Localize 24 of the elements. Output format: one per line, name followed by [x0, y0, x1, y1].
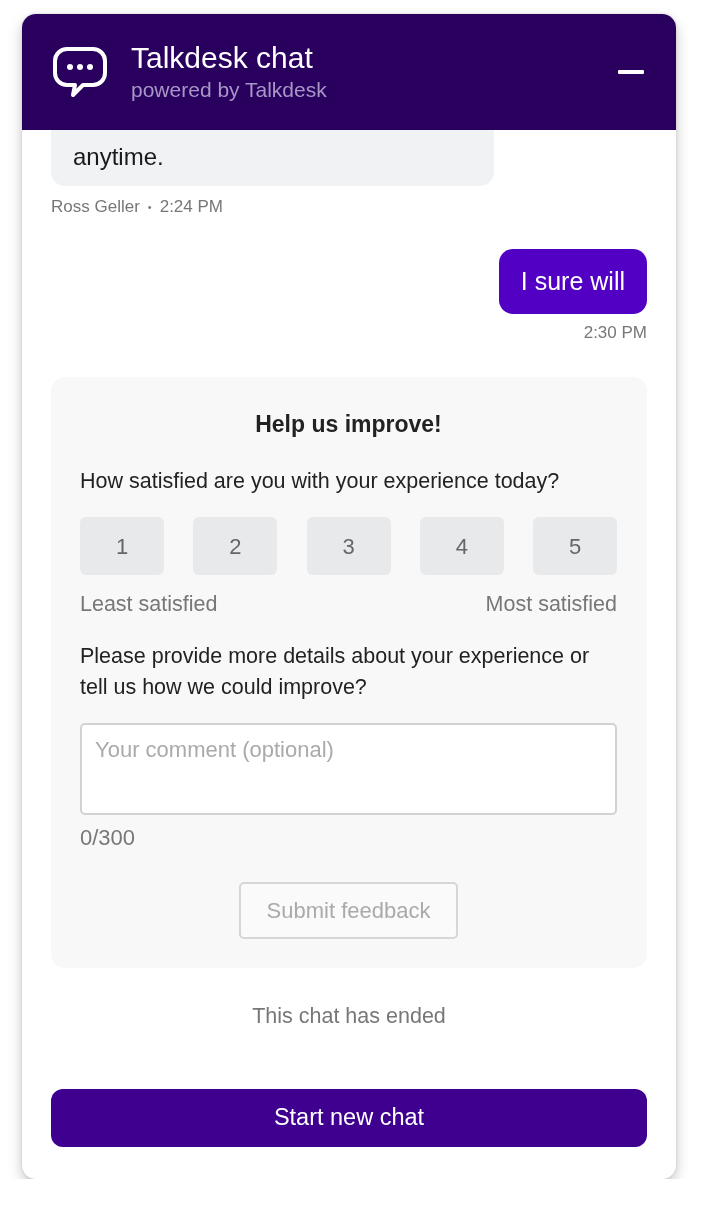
start-new-chat-button[interactable]: Start new chat [51, 1089, 647, 1147]
comment-field[interactable]: Your comment (optional) [80, 723, 617, 815]
rating-option[interactable]: 3 [306, 517, 391, 575]
minimize-icon [618, 70, 644, 74]
chat-ended-notice: This chat has ended [252, 1004, 446, 1028]
rating-option[interactable]: 5 [533, 517, 617, 575]
widget-subtitle: powered by Talkdesk [131, 77, 328, 103]
widget-title: Talkdesk chat [131, 41, 314, 75]
scale-high-label: Most satisfied [485, 591, 617, 617]
meta-separator: • [147, 200, 152, 215]
survey-title: Help us improve! [255, 411, 442, 437]
message-time: 2:24 PM [159, 197, 223, 217]
details-prompt: Please provide more details about your experience or tell us how we could improve? [80, 643, 591, 701]
agent-message-bubble: anytime. [51, 130, 494, 186]
scale-low-label: Least satisfied [80, 591, 218, 617]
survey-question: How satisfied are you with your experience today? [80, 468, 561, 494]
visitor-message-bubble: I sure will [498, 249, 647, 314]
rating-option[interactable]: 1 [80, 517, 164, 575]
rating-option[interactable]: 4 [419, 517, 504, 575]
rating-option[interactable]: 2 [193, 517, 278, 575]
character-counter: 0/300 [80, 825, 137, 851]
message-time: 2:30 PM [583, 323, 647, 343]
message-author: Ross Geller [51, 197, 140, 217]
chat-bubble-icon [53, 46, 107, 98]
